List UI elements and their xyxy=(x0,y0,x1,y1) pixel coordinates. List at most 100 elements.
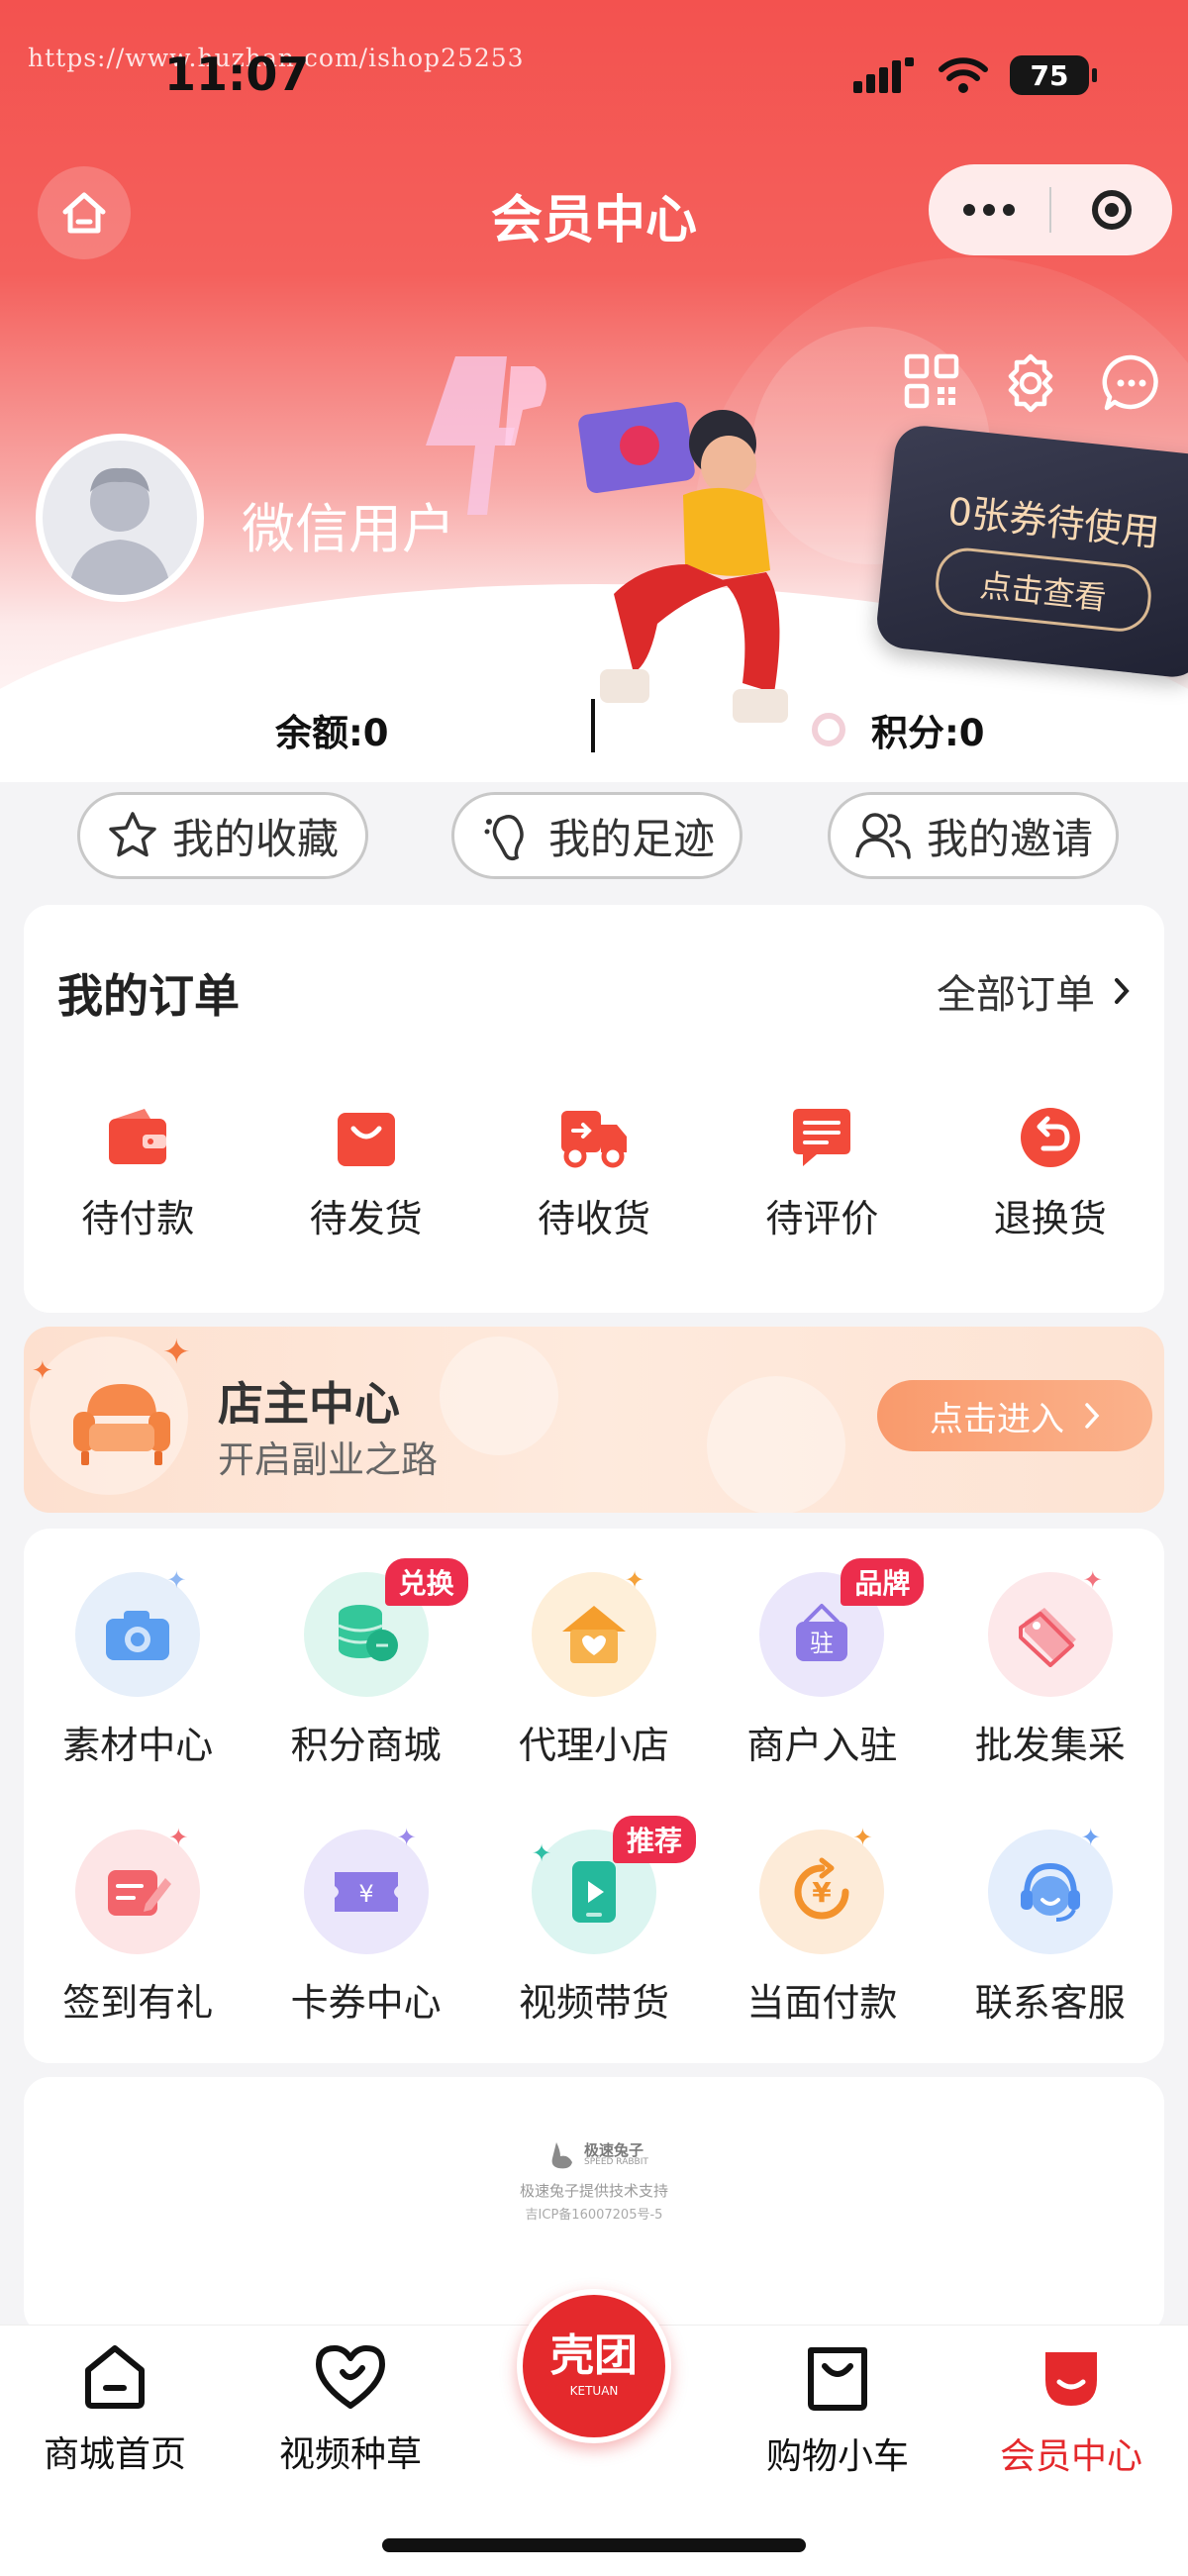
service-face-pay[interactable]: ✦ ¥ 当面付款 xyxy=(708,1824,936,2027)
points-dot-icon xyxy=(812,713,845,746)
4p-decoration xyxy=(426,356,546,515)
more-menu-button[interactable] xyxy=(929,204,1049,216)
tab-video[interactable]: 视频种草 xyxy=(251,2342,449,2477)
service-customer-support[interactable]: ✦ 联系客服 xyxy=(937,1824,1164,2027)
points-value[interactable]: 积分:0 xyxy=(871,703,985,756)
coins-icon xyxy=(337,1605,398,1661)
shop-owner-enter-label: 点击进入 xyxy=(930,1399,1064,1439)
truck-icon xyxy=(560,1111,627,1168)
icp-number[interactable]: 吉ICP备16007205号-5 xyxy=(24,2204,1164,2223)
service-agent-store[interactable]: ✦ 代理小店 xyxy=(480,1566,708,1769)
order-status-grid: 待付款 待发货 待收货 待评价 退换货 xyxy=(24,1105,1164,1242)
return-icon xyxy=(1020,1108,1080,1167)
tab-cart[interactable]: 购物小车 xyxy=(739,2342,937,2479)
hero-illustration xyxy=(578,402,788,723)
customer-service-icon xyxy=(1020,1862,1080,1922)
camera-icon xyxy=(106,1611,170,1660)
service-video-sales[interactable]: 推荐 ✦ 视频带货 xyxy=(480,1816,708,2027)
service-voucher-center-label: 卡券中心 xyxy=(290,1981,442,2025)
video-icon xyxy=(571,1861,616,1923)
close-miniapp-button[interactable] xyxy=(1051,190,1172,230)
signin-icon xyxy=(108,1870,172,1916)
wifi-icon xyxy=(939,57,988,93)
service-wholesale[interactable]: ✦ 批发集采 xyxy=(937,1566,1164,1769)
service-merchant-entry[interactable]: 品牌 驻 商户入驻 xyxy=(708,1558,936,1769)
settings-gear-icon[interactable] xyxy=(1000,352,1061,414)
orders-title: 我的订单 xyxy=(57,969,240,1023)
wallet-icon xyxy=(109,1109,167,1164)
voucher-icon: ¥ xyxy=(334,1872,398,1912)
brand-tag: 品牌 xyxy=(841,1558,925,1606)
orders-card: 我的订单 全部订单 待付款 待发货 待收货 待评价 退换货 xyxy=(24,905,1164,1313)
service-signin[interactable]: ✦ 签到有礼 xyxy=(24,1824,251,2027)
service-material-center-label: 素材中心 xyxy=(62,1724,214,1767)
tab-member[interactable]: 会员中心 xyxy=(972,2342,1170,2479)
service-agent-store-label: 代理小店 xyxy=(518,1724,669,1767)
balance-value[interactable]: 余额:0 xyxy=(275,703,389,756)
tab-member-label: 会员中心 xyxy=(999,2436,1142,2477)
order-pending-review[interactable]: 待评价 xyxy=(708,1105,936,1242)
coupon-count: 0张券待使用 xyxy=(945,489,1162,555)
brand-name-en: SPEED RABBIT xyxy=(584,2157,648,2167)
service-material-center[interactable]: ✦ 素材中心 xyxy=(24,1566,251,1769)
service-points-mall[interactable]: 兑换 积分商城 xyxy=(251,1558,479,1769)
services-card: ✦ 素材中心 兑换 积分商城 ✦ 代理小店 品牌 驻 商户入驻 ✦ 批发集采 ✦… xyxy=(24,1529,1164,2063)
footprint-label: 我的足迹 xyxy=(547,814,715,863)
center-brand-button[interactable]: 壳团 KETUAN xyxy=(517,2289,671,2443)
balance-divider xyxy=(591,699,595,752)
home-tab-icon xyxy=(85,2345,145,2409)
shop-owner-title: 店主中心 xyxy=(218,1377,400,1431)
service-signin-label: 签到有礼 xyxy=(62,1981,214,2025)
store-icon xyxy=(561,1606,626,1663)
default-avatar-icon xyxy=(68,467,171,595)
service-points-mall-label: 积分商城 xyxy=(290,1724,442,1767)
shop-owner-enter-button[interactable]: 点击进入 xyxy=(877,1380,1152,1451)
order-pending-payment[interactable]: 待付款 xyxy=(24,1105,251,1242)
order-returns-label: 退换货 xyxy=(993,1197,1107,1240)
merchant-icon: 驻 xyxy=(796,1604,848,1661)
favorites-button[interactable]: 我的收藏 xyxy=(77,792,368,879)
services-row-1: ✦ 素材中心 兑换 积分商城 ✦ 代理小店 品牌 驻 商户入驻 ✦ 批发集采 xyxy=(24,1558,1164,1769)
order-returns[interactable]: 退换货 xyxy=(937,1105,1164,1242)
service-wholesale-label: 批发集采 xyxy=(974,1724,1126,1767)
shop-owner-banner[interactable]: ✦ ✦ 店主中心 开启副业之路 点击进入 xyxy=(24,1327,1164,1513)
all-orders-link[interactable]: 全部订单 xyxy=(937,962,1131,1020)
svg-text:¥: ¥ xyxy=(813,1876,833,1909)
brand-name: 极速兔子 xyxy=(584,2141,644,2159)
tab-home[interactable]: 商城首页 xyxy=(16,2342,214,2477)
tab-video-label: 视频种草 xyxy=(278,2434,422,2475)
center-brand-logo-en: KETUAN xyxy=(569,2384,619,2398)
home-indicator xyxy=(382,2538,806,2552)
qrcode-icon[interactable] xyxy=(903,352,960,410)
coupon-view-button[interactable]: 点击查看 xyxy=(932,545,1154,635)
yuan-pay-icon: ¥ xyxy=(794,1857,849,1920)
sofa-icon xyxy=(73,1384,170,1465)
speed-rabbit-logo: 极速兔子 SPEED RABBIT xyxy=(548,2140,648,2170)
order-pending-receipt-label: 待收货 xyxy=(537,1197,650,1240)
miniapp-capsule xyxy=(929,164,1172,255)
service-merchant-entry-label: 商户入驻 xyxy=(746,1724,898,1767)
favorites-label: 我的收藏 xyxy=(171,814,339,863)
order-pending-shipment[interactable]: 待发货 xyxy=(251,1105,479,1242)
coupon-card[interactable]: 0张券待使用 点击查看 xyxy=(874,423,1188,680)
footprint-icon xyxy=(484,815,524,861)
center-brand-logo: 壳团 xyxy=(550,2330,638,2381)
invite-button[interactable]: 我的邀请 xyxy=(828,792,1119,879)
profile-tools xyxy=(903,352,1162,414)
footprint-button[interactable]: 我的足迹 xyxy=(451,792,742,879)
invite-label: 我的邀请 xyxy=(926,814,1093,863)
all-orders-label: 全部订单 xyxy=(937,972,1095,1018)
user-avatar[interactable] xyxy=(36,434,204,602)
order-pending-payment-label: 待付款 xyxy=(81,1197,195,1240)
tech-support-text: 极速兔子提供技术支持 xyxy=(519,2182,668,2200)
bag-icon xyxy=(337,1113,395,1166)
invite-users-icon xyxy=(855,813,911,859)
member-tab-icon xyxy=(1045,2352,1097,2406)
message-bubble-icon[interactable] xyxy=(1101,352,1162,414)
service-voucher-center[interactable]: ✦ ¥ 卡券中心 xyxy=(251,1824,479,2027)
status-time: 11:07 xyxy=(164,48,310,101)
chevron-right-icon xyxy=(1115,978,1130,1004)
order-pending-review-label: 待评价 xyxy=(765,1197,879,1240)
service-video-sales-label: 视频带货 xyxy=(518,1981,669,2025)
order-pending-receipt[interactable]: 待收货 xyxy=(480,1105,708,1242)
